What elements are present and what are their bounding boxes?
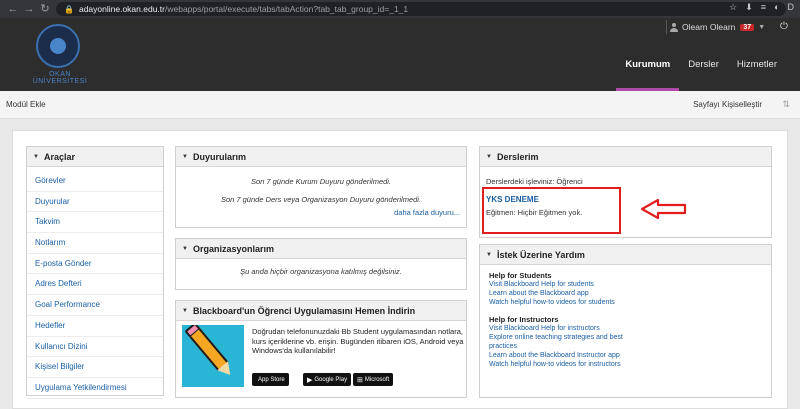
help-title: İstek Üzerine Yardım — [496, 249, 585, 260]
tool-link[interactable]: Notlarım — [27, 233, 163, 254]
tool-link[interactable]: Takvim — [27, 212, 163, 234]
help-link[interactable]: Learn about the Blackboard Instructor ap… — [489, 351, 771, 360]
google-play-button[interactable]: ▶ Google Play — [303, 373, 352, 386]
microsoft-store-button[interactable]: ⊞ Microsoft — [353, 373, 394, 386]
more-announcements-link[interactable]: daha fazla duyuru... — [394, 208, 460, 217]
tab-hizmetler[interactable]: Hizmetler — [728, 56, 786, 91]
forward-icon[interactable]: → — [22, 2, 36, 16]
collapse-icon[interactable]: ▼ — [182, 308, 188, 314]
app-store-button[interactable]: App Store — [252, 373, 289, 386]
back-icon[interactable]: ← — [6, 2, 20, 16]
announcements-module-header[interactable]: ▼ Duyurularım — [176, 147, 466, 167]
help-students-title: Help for Students — [489, 271, 552, 280]
browser-toolbar: ← → ↻ 🔒 adayonline.okan.edu.tr /webapps/… — [0, 0, 800, 18]
profile-icon[interactable]: D — [788, 2, 795, 13]
institution-announcement-text: Son 7 günde Kurum Duyuru gönderilmedi. — [250, 177, 392, 186]
app-store-label: App Store — [258, 376, 285, 383]
microsoft-store-label: Microsoft — [364, 376, 390, 383]
announcements-title: Duyurularım — [192, 151, 246, 162]
tool-link[interactable]: E-posta Gönder — [27, 254, 163, 275]
help-instructors-section: Help for Instructors Visit Blackboard He… — [480, 315, 771, 369]
tab-kurumum[interactable]: Kurumum — [616, 56, 680, 91]
organizations-empty-text: Şu anda hiçbir organizasyona katılmış de… — [240, 267, 402, 276]
tool-link[interactable]: Duyurular — [27, 192, 163, 213]
collapse-icon[interactable]: ▼ — [486, 252, 492, 258]
announcements-module: ▼ Duyurularım Son 7 günde Kurum Duyuru g… — [175, 146, 467, 228]
tools-list: Görevler Duyurular Takvim Notlarım E-pos… — [27, 167, 163, 399]
help-link[interactable]: Explore online teaching strategies and b… — [489, 333, 639, 351]
lock-icon: 🔒 — [64, 4, 74, 14]
collapse-icon[interactable]: ▼ — [486, 154, 492, 160]
courses-module-header[interactable]: ▼ Derslerim — [480, 147, 771, 167]
help-link[interactable]: Visit Blackboard Help for students — [489, 280, 771, 289]
collapse-icon[interactable]: ▼ — [182, 246, 188, 252]
main-tabs: Kurumum Dersler Hizmetler — [616, 56, 786, 91]
annotation-highlight-box — [482, 187, 621, 234]
tool-link[interactable]: Goal Performance — [27, 295, 163, 316]
user-name: Olearn Olearn — [682, 22, 736, 32]
annotation-arrow-icon — [640, 198, 687, 220]
tools-module-header[interactable]: ▼ Araçlar — [27, 147, 163, 167]
download-icon[interactable]: ⬇ — [745, 2, 753, 13]
help-link[interactable]: Watch helpful how-to videos for students — [489, 298, 771, 307]
notification-badge: 37 — [740, 23, 755, 31]
logo-text: OKAN ÜNİVERSİTESİ — [32, 71, 88, 85]
bookmark-star-icon[interactable]: ☆ — [729, 2, 737, 13]
help-module: ▼ İstek Üzerine Yardım Help for Students… — [479, 244, 772, 398]
mobile-app-title: Blackboard'un Öğrenci Uygulamasını Hemen… — [192, 305, 416, 316]
tool-link[interactable]: Kişisel Bilgiler — [27, 357, 163, 378]
help-students-section: Help for Students Visit Blackboard Help … — [480, 271, 771, 307]
mobile-app-module-header[interactable]: ▼ Blackboard'un Öğrenci Uygulamasını Hem… — [176, 301, 466, 321]
browser-extension-icons: ☆ ⬇ ≡ ◐ D — [729, 2, 794, 13]
collapse-icon[interactable]: ▼ — [33, 154, 39, 160]
tool-link[interactable]: Hedefler — [27, 316, 163, 337]
divider — [666, 20, 667, 34]
course-announcement-text: Son 7 günde Ders veya Organizasyon Duyur… — [220, 195, 422, 204]
tools-module: ▼ Araçlar Görevler Duyurular Takvim Notl… — [26, 146, 164, 399]
bb-student-app-icon — [182, 325, 244, 387]
mobile-app-description: Doğrudan telefonunuzdaki Bb Student uygu… — [252, 327, 464, 355]
url-path: /webapps/portal/execute/tabs/tabAction?t… — [164, 4, 409, 14]
user-icon — [670, 22, 678, 32]
organizations-module-header[interactable]: ▼ Organizasyonlarım — [176, 239, 466, 259]
help-module-header[interactable]: ▼ İstek Üzerine Yardım — [480, 245, 771, 265]
page-toolbar: Modül Ekle Sayfayı Kişiselleştir ⇅ — [0, 91, 800, 119]
user-menu[interactable]: Olearn Olearn 37 ▼ — [666, 20, 766, 34]
tool-link[interactable]: Adres Defteri — [27, 274, 163, 296]
help-link[interactable]: Learn about the Blackboard app — [489, 289, 771, 298]
url-host: adayonline.okan.edu.tr — [78, 4, 165, 14]
university-logo[interactable]: OKAN ÜNİVERSİTESİ — [28, 24, 92, 85]
course-role-text: Derslerdeki işleviniz: Öğrenci — [486, 177, 583, 186]
help-link[interactable]: Watch helpful how-to videos for instruct… — [489, 360, 771, 369]
organizations-module: ▼ Organizasyonlarım Şu anda hiçbir organ… — [175, 238, 467, 290]
logo-emblem — [36, 24, 80, 68]
logout-icon[interactable]: ⏻ — [780, 21, 788, 32]
tool-link[interactable]: Görevler — [27, 171, 163, 192]
add-module-button[interactable]: Modül Ekle — [6, 100, 46, 109]
help-link[interactable]: Visit Blackboard Help for instructors — [489, 324, 771, 333]
courses-title: Derslerim — [496, 151, 539, 162]
tool-link[interactable]: Kullanıcı Dizini — [27, 337, 163, 358]
address-bar[interactable]: 🔒 adayonline.okan.edu.tr /webapps/portal… — [56, 2, 786, 16]
extension-icon[interactable]: ◐ — [774, 2, 779, 13]
menu-icon[interactable]: ≡ — [761, 2, 766, 13]
pencil-icon — [184, 325, 237, 382]
windows-icon: ⊞ — [357, 376, 363, 384]
tab-dersler[interactable]: Dersler — [679, 56, 728, 91]
chevron-down-icon: ▼ — [758, 23, 766, 31]
play-icon: ▶ — [307, 376, 313, 384]
tools-title: Araçlar — [43, 151, 75, 162]
personalize-page-button[interactable]: Sayfayı Kişiselleştir — [693, 100, 762, 109]
reorder-icon[interactable]: ⇅ — [782, 99, 790, 110]
site-header: OKAN ÜNİVERSİTESİ Olearn Olearn 37 ▼ ⏻ K… — [0, 18, 800, 91]
organizations-title: Organizasyonlarım — [192, 243, 274, 254]
collapse-icon[interactable]: ▼ — [182, 154, 188, 160]
tool-link[interactable]: Uygulama Yetkilendirmesi — [27, 378, 163, 399]
reload-icon[interactable]: ↻ — [38, 2, 52, 16]
mobile-app-module: ▼ Blackboard'un Öğrenci Uygulamasını Hem… — [175, 300, 467, 398]
google-play-label: Google Play — [314, 376, 348, 383]
help-instructors-title: Help for Instructors — [489, 315, 559, 324]
